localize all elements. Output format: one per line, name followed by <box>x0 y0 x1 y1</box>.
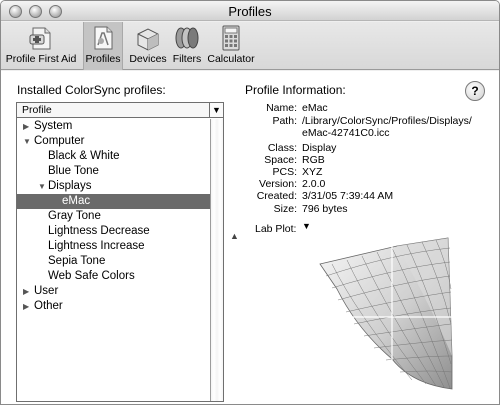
column-menu-dropdown[interactable]: ▼ <box>209 103 223 117</box>
info-value-path: /Library/ColorSync/Profiles/Displays/ <box>302 115 472 127</box>
tree-item-computer[interactable]: ▼ Computer <box>17 134 210 149</box>
filters-icon <box>175 27 199 49</box>
toolbar-label: Profile First Aid <box>5 53 77 65</box>
tree-item-user[interactable]: ▶ User <box>17 284 210 299</box>
info-key-created: Created: <box>256 190 297 202</box>
profiles-icon <box>94 26 113 50</box>
lab-plot-label: Lab Plot: <box>255 223 297 235</box>
tree-item-label: Black & White <box>48 150 120 162</box>
tree-item-gray-tone[interactable]: Gray Tone <box>17 209 210 224</box>
info-value-created: 3/31/05 7:39:44 AM <box>302 190 394 202</box>
tree-item-web-safe-colors[interactable]: Web Safe Colors <box>17 269 210 284</box>
toolbar-profile-first-aid[interactable]: Profile First Aid <box>5 22 77 70</box>
tree-item-label: System <box>34 120 73 132</box>
profiles-window: Profiles Profile First Aid Profiles Devi… <box>0 0 500 405</box>
toolbar-devices[interactable]: Devices <box>127 22 169 70</box>
tree-item-label: Computer <box>34 135 85 147</box>
title-bar: Profiles <box>1 1 499 21</box>
tree-item-black-white[interactable]: Black & White <box>17 149 210 164</box>
profile-tree: ▶ System ▼ Computer Black & White Blue T… <box>17 119 210 401</box>
info-value-class: Display <box>302 142 337 154</box>
toolbar-calculator[interactable]: Calculator <box>205 22 257 70</box>
toolbar-filters[interactable]: Filters <box>169 22 205 70</box>
info-value-size: 796 bytes <box>302 203 348 215</box>
tree-item-lightness-increase[interactable]: Lightness Increase <box>17 239 210 254</box>
tree-item-label: Other <box>34 300 63 312</box>
disclosure-triangle-collapsed-icon[interactable]: ▶ <box>23 284 33 299</box>
info-key-name: Name: <box>266 102 297 114</box>
tree-item-label: Lightness Increase <box>48 240 145 252</box>
tree-item-system[interactable]: ▶ System <box>17 119 210 134</box>
tree-item-sepia-tone[interactable]: Sepia Tone <box>17 254 210 269</box>
disclosure-triangle-collapsed-icon[interactable]: ▶ <box>23 119 33 134</box>
info-key-version: Version: <box>259 178 297 190</box>
tree-item-label: Lightness Decrease <box>48 225 150 237</box>
window-title: Profiles <box>228 4 272 19</box>
help-button[interactable]: ? <box>465 81 485 101</box>
column-header-label: Profile <box>22 104 52 116</box>
disclosure-triangle-expanded-icon[interactable]: ▼ <box>23 134 33 149</box>
profile-information-heading: Profile Information: <box>245 83 346 97</box>
tree-item-label: User <box>34 285 59 297</box>
info-value-path-line2: eMac-42741C0.icc <box>302 127 390 139</box>
tree-item-label: Web Safe Colors <box>48 270 135 282</box>
calculator-icon <box>222 25 240 51</box>
lab-plot-menu-icon[interactable]: ▼ <box>302 221 316 233</box>
tree-item-lightness-decrease[interactable]: Lightness Decrease <box>17 224 210 239</box>
toolbar-label: Calculator <box>207 53 255 65</box>
info-value-space: RGB <box>302 154 325 166</box>
info-value-pcs: XYZ <box>302 166 323 178</box>
info-key-size: Size: <box>273 203 297 215</box>
info-key-space: Space: <box>264 154 297 166</box>
devices-icon <box>137 28 159 51</box>
tree-item-blue-tone[interactable]: Blue Tone <box>17 164 210 179</box>
info-key-class: Class: <box>267 142 297 154</box>
toolbar-label: Filters <box>172 53 202 65</box>
toolbar-profiles[interactable]: Profiles <box>83 22 123 70</box>
disclosure-triangle-expanded-icon[interactable]: ▼ <box>38 179 48 194</box>
tree-item-other[interactable]: ▶ Other <box>17 299 210 314</box>
split-view-handle-icon[interactable]: ▲ <box>230 231 239 241</box>
toolbar-label: Devices <box>129 53 167 65</box>
tree-item-label: eMac <box>62 195 91 207</box>
tree-item-displays[interactable]: ▼ Displays <box>17 179 210 194</box>
disclosure-triangle-collapsed-icon[interactable]: ▶ <box>23 299 33 314</box>
info-value-name: eMac <box>302 102 328 114</box>
toolbar-label: Profiles <box>85 53 121 65</box>
info-key-path: Path: <box>272 115 297 127</box>
main-content: Installed ColorSync profiles: Profile ▼ … <box>1 71 499 404</box>
tree-item-label: Sepia Tone <box>48 255 106 267</box>
tree-item-emac[interactable]: eMac <box>17 194 210 209</box>
tree-item-label: Gray Tone <box>48 210 101 222</box>
list-scrollbar[interactable] <box>210 119 223 401</box>
lab-plot-graph[interactable] <box>302 234 478 402</box>
toolbar: Profile First Aid Profiles Devices Filte… <box>1 22 499 70</box>
profile-list[interactable]: Profile ▼ ▶ System ▼ Computer Black & Wh… <box>16 102 224 402</box>
tree-item-label: Blue Tone <box>48 165 99 177</box>
installed-profiles-heading: Installed ColorSync profiles: <box>17 83 166 97</box>
info-key-pcs: PCS: <box>272 166 297 178</box>
first-aid-icon <box>29 27 51 50</box>
list-column-header[interactable]: Profile ▼ <box>17 103 223 118</box>
info-value-version: 2.0.0 <box>302 178 326 190</box>
tree-item-label: Displays <box>48 180 92 192</box>
